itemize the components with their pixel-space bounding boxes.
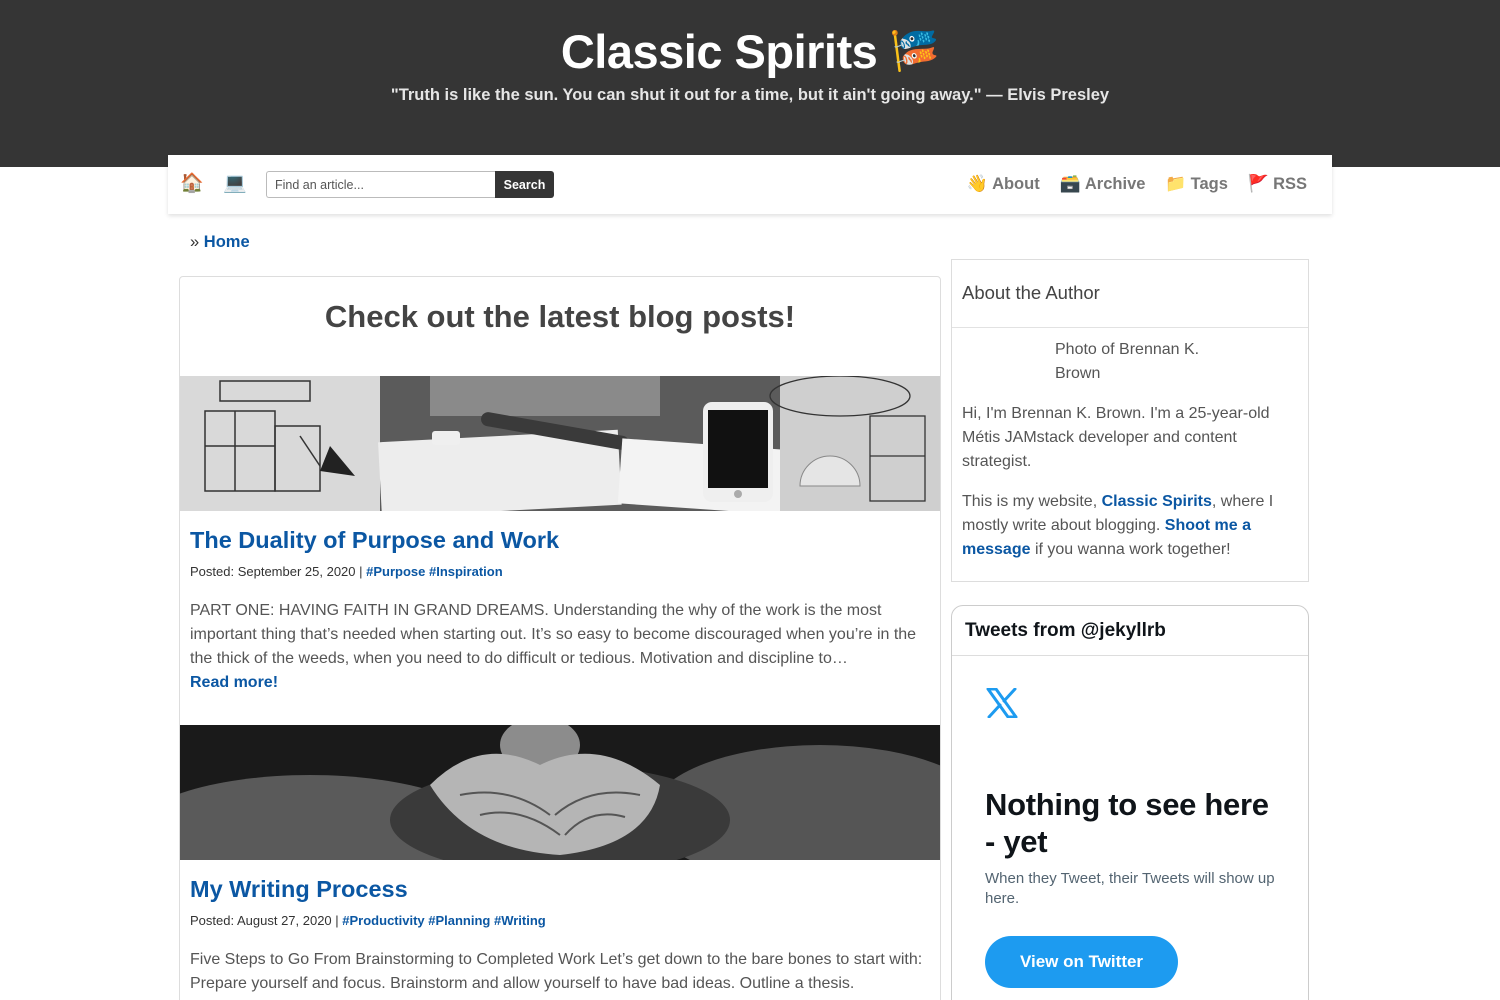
red-flag-icon: 🚩 (1247, 174, 1270, 193)
about-author-title: About the Author (962, 282, 1100, 303)
navbar: 🏠 💻 Search 👋About 🗃️Archive 📁Tags 🚩RSS (168, 155, 1332, 214)
breadcrumb-separator: » (190, 233, 200, 251)
post-meta: Posted: September 25, 2020 | #Purpose #I… (190, 564, 503, 579)
twitter-timeline: Tweets from @jekyllrb Nothing to see her… (951, 605, 1309, 1000)
nav-link-about[interactable]: 👋 About (967, 174, 1040, 194)
x-logo-icon[interactable] (986, 688, 1018, 718)
nav-link-archive[interactable]: 🗃️ Archive (1060, 174, 1146, 194)
author-site-blurb: This is my website, Classic Spirits, whe… (962, 490, 1297, 562)
nav-link-label: RSS (1273, 174, 1307, 193)
posts-heading: Check out the latest blog posts! (324, 299, 796, 334)
post-image-hands[interactable] (180, 725, 940, 860)
home-icon[interactable]: 🏠 (180, 173, 204, 195)
post-date: Posted: September 25, 2020 | (190, 564, 363, 579)
post-tags-link[interactable]: #Productivity #Planning #Writing (342, 913, 545, 928)
nav-link-label: Tags (1190, 174, 1228, 193)
nav-link-label: About (992, 174, 1040, 193)
waving-hand-icon: 👋 (966, 174, 989, 193)
divider (952, 327, 1308, 328)
site-tagline: "Truth is like the sun. You can shut it … (390, 86, 1110, 104)
blurb-text: if you wanna work together! (1030, 541, 1231, 558)
post-title-link[interactable]: My Writing Process (190, 876, 408, 903)
author-bio: Hi, I'm Brennan K. Brown. I'm a 25-year-… (962, 405, 1270, 470)
post-excerpt: PART ONE: HAVING FAITH IN GRAND DREAMS. … (190, 599, 930, 695)
site-link[interactable]: Classic Spirits (1102, 493, 1212, 510)
twitter-empty-subtitle: When they Tweet, their Tweets will show … (985, 870, 1275, 907)
post-tags-link[interactable]: #Purpose #Inspiration (366, 564, 503, 579)
post-excerpt: Five Steps to Go From Brainstorming to C… (190, 951, 923, 992)
site-header: Classic Spirits 🎏 "Truth is like the sun… (0, 0, 1500, 167)
nav-link-rss[interactable]: 🚩 RSS (1248, 174, 1307, 194)
card-file-box-icon: 🗃️ (1059, 174, 1081, 193)
search-input[interactable] (266, 171, 496, 198)
laptop-icon[interactable]: 💻 (223, 173, 247, 195)
site-title[interactable]: Classic Spirits 🎏 (0, 24, 1500, 79)
divider (952, 655, 1308, 656)
nav-links: 👋 About 🗃️ Archive 📁 Tags 🚩 RSS (967, 174, 1307, 194)
author-photo: Photo of Brennan K. Brown (1055, 341, 1200, 382)
site-title-text[interactable]: Classic Spirits (561, 25, 878, 78)
twitter-heading[interactable]: Tweets from @jekyllrb (965, 620, 1166, 642)
folder-icon: 📁 (1165, 174, 1187, 193)
post-date: Posted: August 27, 2020 | (190, 913, 339, 928)
post-meta: Posted: August 27, 2020 | #Productivity … (190, 913, 546, 928)
breadcrumb-home-link[interactable]: Home (204, 233, 250, 251)
search-button[interactable]: Search (495, 171, 554, 198)
twitter-empty-title: Nothing to see here - yet (985, 787, 1269, 859)
post-image-architecture[interactable] (180, 376, 940, 511)
posts-card: Check out the latest blog posts! The Dua… (179, 276, 941, 1000)
view-on-twitter-button[interactable]: View on Twitter (985, 936, 1178, 988)
post-title-link[interactable]: The Duality of Purpose and Work (190, 527, 559, 554)
read-more-link[interactable]: Read more! (190, 674, 278, 691)
nav-link-tags[interactable]: 📁 Tags (1165, 174, 1227, 194)
breadcrumb: » Home (190, 233, 250, 252)
nav-link-label: Archive (1084, 174, 1146, 193)
carp-streamer-icon: 🎏 (889, 29, 940, 73)
post-excerpt-text: PART ONE: HAVING FAITH IN GRAND DREAMS. … (190, 602, 917, 667)
blurb-text: This is my website, (962, 493, 1102, 510)
about-author-card: About the Author Photo of Brennan K. Bro… (951, 259, 1309, 582)
